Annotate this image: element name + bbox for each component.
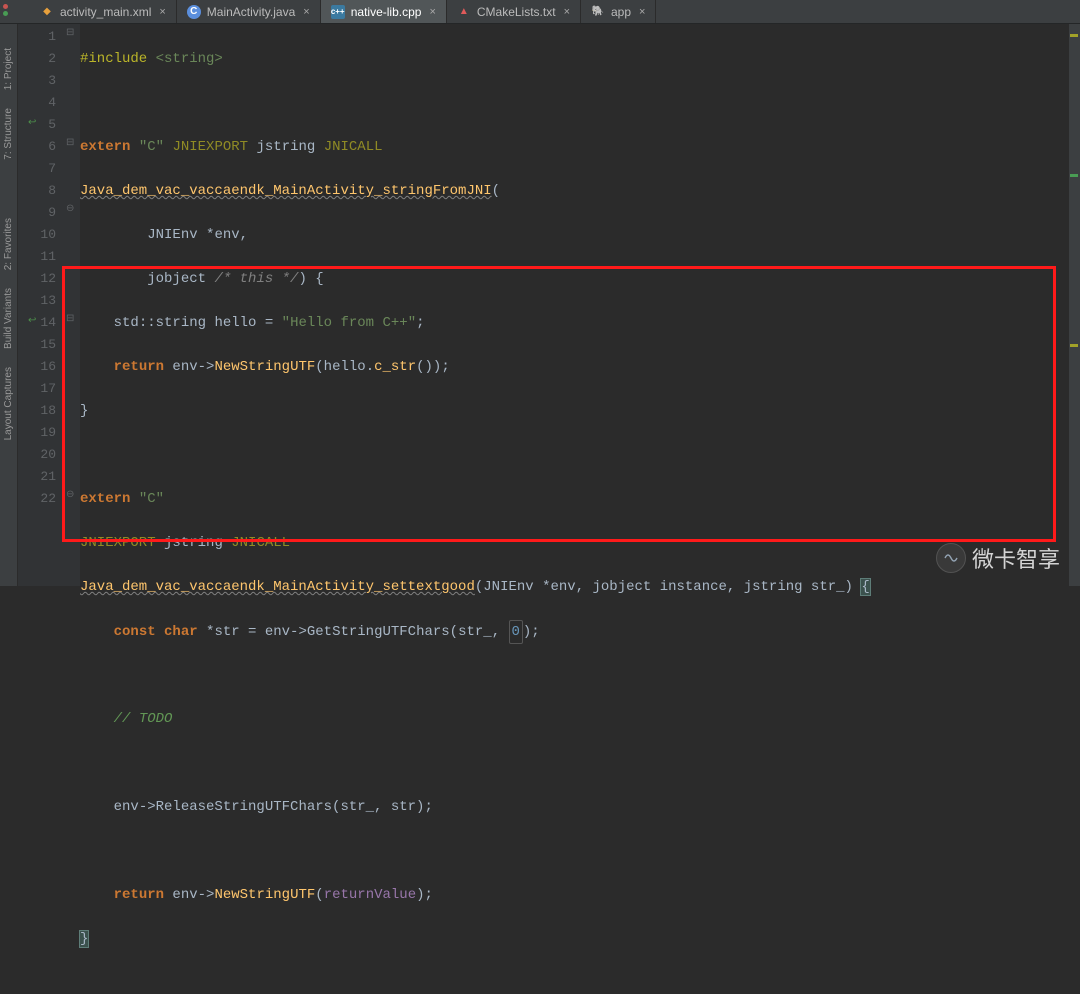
- call: NewStringUTF: [214, 359, 315, 375]
- app-icon: 🐘: [591, 5, 605, 19]
- literal-boxed: 0: [509, 620, 523, 644]
- tab-cmakelists[interactable]: ▲ CMakeLists.txt ×: [447, 0, 581, 23]
- text: (: [315, 887, 323, 903]
- close-icon[interactable]: ×: [639, 6, 645, 18]
- tab-label: activity_main.xml: [60, 5, 151, 19]
- brace: ) {: [298, 271, 323, 287]
- semi: ;: [416, 315, 424, 331]
- cmake-icon: ▲: [457, 5, 471, 19]
- type: jstring: [164, 535, 223, 551]
- tab-app[interactable]: 🐘 app ×: [581, 0, 656, 23]
- sidebar-favorites[interactable]: 2: Favorites: [1, 214, 16, 274]
- sidebar-project[interactable]: 1: Project: [1, 44, 16, 94]
- type: jstring: [256, 139, 315, 155]
- kw: extern: [80, 491, 130, 507]
- kw: return: [114, 887, 164, 903]
- tab-main-activity[interactable]: C MainActivity.java ×: [177, 0, 321, 23]
- fold-toggle[interactable]: ⊟: [66, 27, 74, 39]
- text: hello =: [206, 315, 282, 331]
- sidebar-structure[interactable]: 7: Structure: [1, 104, 16, 164]
- macro: JNICALL: [324, 139, 383, 155]
- text: env->: [164, 359, 214, 375]
- close-icon[interactable]: ×: [564, 6, 570, 18]
- tool-window-bar: 1: Project 7: Structure 2: Favorites Bui…: [0, 24, 18, 586]
- watermark-text: 微卡智享: [972, 542, 1060, 574]
- text: );: [416, 887, 433, 903]
- call: NewStringUTF: [214, 887, 315, 903]
- scroll-marker-ok[interactable]: [1070, 174, 1078, 177]
- xml-icon: ◆: [40, 5, 54, 19]
- macro: JNICALL: [231, 535, 290, 551]
- fold-toggle[interactable]: ⊟: [66, 313, 74, 325]
- ident: returnValue: [324, 887, 416, 903]
- string-literal: "Hello from C++": [282, 315, 416, 331]
- watermark-logo-icon: [936, 543, 966, 573]
- sidebar-build-variants[interactable]: Build Variants: [1, 284, 16, 353]
- comment: /* this */: [214, 271, 298, 287]
- close-icon[interactable]: ×: [303, 6, 309, 18]
- semi: );: [523, 624, 540, 640]
- macro: JNIEXPORT: [172, 139, 248, 155]
- macro: JNIEXPORT: [80, 535, 156, 551]
- inline-hint-icon: ↩: [28, 117, 36, 129]
- linkage: "C": [139, 491, 164, 507]
- kw: return: [114, 359, 164, 375]
- type: JNIEnv *: [147, 227, 214, 243]
- type: jobject: [147, 271, 206, 287]
- editor-scrollbar[interactable]: [1068, 24, 1080, 586]
- ns: std::: [114, 315, 156, 331]
- text: (hello.: [315, 359, 374, 375]
- preproc: #include: [80, 51, 156, 67]
- sidebar-layout-captures[interactable]: Layout Captures: [1, 363, 16, 444]
- function-name: Java_dem_vac_vaccaendk_MainActivity_stri…: [80, 183, 492, 199]
- function-name: Java_dem_vac_vaccaendk_MainActivity_sett…: [80, 579, 475, 595]
- brace-open: {: [861, 579, 869, 595]
- kw: char: [164, 624, 198, 640]
- close-icon[interactable]: ×: [159, 6, 165, 18]
- kw: const: [114, 624, 156, 640]
- main-area: 1: Project 7: Structure 2: Favorites Bui…: [0, 24, 1080, 586]
- tab-label: CMakeLists.txt: [477, 5, 556, 19]
- text: *str = env->GetStringUTFChars(str_,: [198, 624, 509, 640]
- brace-close: }: [80, 931, 88, 947]
- paren: (: [492, 183, 500, 199]
- scroll-marker-warning[interactable]: [1070, 34, 1078, 37]
- close-icon[interactable]: ×: [429, 6, 435, 18]
- fold-end[interactable]: ⊖: [66, 203, 74, 215]
- code-editor[interactable]: #include <string> extern "C" JNIEXPORT j…: [80, 24, 1080, 586]
- kw: extern: [80, 139, 130, 155]
- inline-hint-icon: ↩: [28, 315, 36, 327]
- tab-label: MainActivity.java: [207, 5, 295, 19]
- type: string: [156, 315, 206, 331]
- java-icon: C: [187, 5, 201, 19]
- scroll-marker-warning[interactable]: [1070, 344, 1078, 347]
- text: ());: [416, 359, 450, 375]
- fold-gutter: ⊟ ↩ ⊟ ⊖ ↩ ⊟ ⊖: [66, 24, 80, 586]
- fold-end[interactable]: ⊖: [66, 489, 74, 501]
- call: c_str: [374, 359, 416, 375]
- watermark: 微卡智享: [936, 542, 1060, 574]
- fold-toggle[interactable]: ⊟: [66, 137, 74, 149]
- cpp-icon: c++: [331, 5, 345, 19]
- include-target: <string>: [156, 51, 223, 67]
- tab-native-lib[interactable]: c++ native-lib.cpp ×: [321, 0, 447, 23]
- tab-label: native-lib.cpp: [351, 5, 422, 19]
- tab-activity-main[interactable]: ◆ activity_main.xml ×: [30, 0, 177, 23]
- editor-tabs: ◆ activity_main.xml × C MainActivity.jav…: [0, 0, 1080, 24]
- comma: ,: [240, 227, 248, 243]
- params: (JNIEnv *env, jobject instance, jstring …: [475, 579, 853, 595]
- text: env->: [164, 887, 214, 903]
- param: env: [214, 227, 239, 243]
- tab-label: app: [611, 5, 631, 19]
- todo-comment: // TODO: [114, 711, 173, 727]
- stmt: env->ReleaseStringUTFChars(str_, str);: [114, 799, 433, 815]
- linkage: "C": [139, 139, 164, 155]
- brace: }: [80, 403, 88, 419]
- line-number-gutter: 1234 5678 9101112 13141516 17181920 2122: [18, 24, 66, 586]
